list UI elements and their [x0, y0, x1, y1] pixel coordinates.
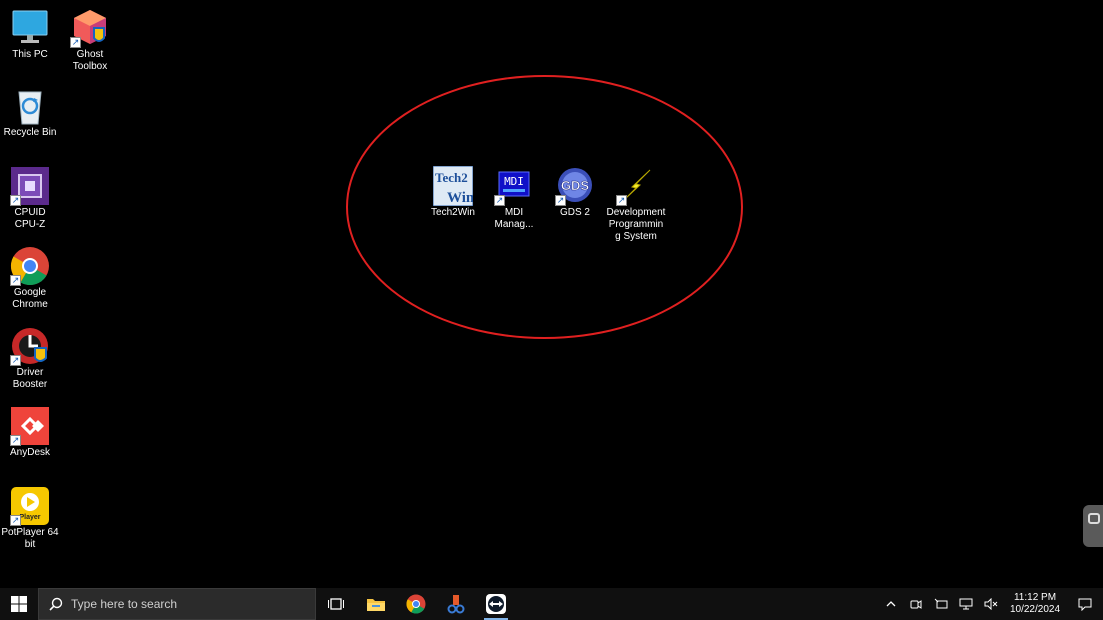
- shortcut-arrow-icon: ↗: [10, 275, 21, 286]
- taskbar-scissors-app[interactable]: [436, 588, 476, 620]
- desktop-icon-development-programming-system[interactable]: ↗ Development Programmin g System: [598, 166, 674, 243]
- scissors-app-icon: [447, 595, 465, 614]
- driver-booster-icon: ↗: [10, 326, 50, 366]
- notification-icon: [1078, 598, 1092, 611]
- desktop-icon-driver-booster[interactable]: ↗ Driver Booster: [0, 326, 68, 391]
- shortcut-arrow-icon: ↗: [10, 435, 21, 446]
- mdi-icon: MDI ↗: [494, 166, 534, 206]
- tech2win-logo-text: Win: [447, 190, 473, 206]
- shortcut-arrow-icon: ↗: [10, 195, 21, 206]
- tech2win-icon: Tech2 Win: [432, 165, 475, 207]
- taskbar-chrome[interactable]: [396, 588, 436, 620]
- network-icon: [959, 598, 972, 610]
- chrome-icon: [406, 594, 426, 614]
- camera-icon: [910, 600, 921, 609]
- tray-network[interactable]: [953, 588, 978, 620]
- start-button[interactable]: [0, 588, 38, 620]
- desktop-icon-label: Recycle Bin: [3, 127, 57, 138]
- desktop-icon-label: AnyDesk: [9, 447, 50, 458]
- lightning-icon: ↗: [616, 166, 656, 206]
- pen-icon: [934, 598, 947, 609]
- svg-text:Player: Player: [19, 514, 40, 521]
- anydesk-icon: ↗: [10, 406, 50, 446]
- shortcut-arrow-icon: ↗: [70, 37, 81, 48]
- shortcut-arrow-icon: ↗: [10, 355, 21, 366]
- desktop-icon-google-chrome[interactable]: ↗ Google Chrome: [0, 246, 68, 311]
- taskbar-teamviewer[interactable]: [476, 588, 516, 620]
- potplayer-icon: Player ↗: [10, 486, 50, 526]
- shortcut-arrow-icon: ↗: [10, 515, 21, 526]
- search-icon: [49, 597, 63, 611]
- notification-center-button[interactable]: [1067, 588, 1103, 620]
- taskbar-file-explorer[interactable]: [356, 588, 396, 620]
- tray-volume[interactable]: [978, 588, 1003, 620]
- desktop-icon-cpu-z[interactable]: ↗ CPUID CPU-Z: [0, 166, 68, 231]
- clock-time: 11:12 PM: [1013, 592, 1057, 603]
- teamviewer-icon: [486, 594, 506, 614]
- gds-logo-text: GDS: [561, 178, 590, 193]
- show-hidden-icons-button[interactable]: [878, 588, 903, 620]
- monitor-icon: [10, 8, 50, 48]
- task-view-icon: [328, 598, 344, 610]
- mdi-logo-text: MDI: [504, 175, 524, 188]
- recycle-bin-icon: [10, 86, 50, 126]
- chrome-icon: ↗: [10, 246, 50, 286]
- taskbar-clock[interactable]: 11:12 PM 10/22/2024: [1003, 592, 1067, 616]
- desktop-icon-potplayer[interactable]: Player ↗ PotPlayer 64 bit: [0, 486, 68, 551]
- desktop-icon-anydesk[interactable]: ↗ AnyDesk: [0, 406, 68, 459]
- desktop-icon-label: Ghost Toolbox: [72, 49, 108, 72]
- taskbar-search-box[interactable]: Type here to search: [38, 588, 316, 620]
- desktop-icon-label: Google Chrome: [12, 287, 48, 310]
- cube-shield-icon: ↗: [70, 8, 110, 48]
- desktop-icon-recycle-bin[interactable]: Recycle Bin: [0, 86, 68, 139]
- windows-logo-icon: [11, 596, 27, 612]
- desktop-icon-label: CPUID CPU-Z: [14, 207, 46, 230]
- volume-muted-icon: [984, 598, 997, 610]
- desktop-icon-ghost-toolbox[interactable]: ↗ Ghost Toolbox: [52, 8, 128, 73]
- teamviewer-side-handle[interactable]: [1083, 505, 1103, 547]
- desktop-icon-label: Driver Booster: [12, 367, 48, 390]
- tech2win-logo-text: Tech2: [435, 170, 468, 185]
- desktop-icon-label: PotPlayer 64 bit: [1, 527, 59, 550]
- gds-icon: GDS ↗: [555, 166, 595, 206]
- shortcut-arrow-icon: ↗: [555, 195, 566, 206]
- desktop-icon-label: Development Programmin g System: [606, 207, 666, 242]
- search-placeholder: Type here to search: [71, 597, 178, 611]
- teamviewer-handle-icon: [1088, 513, 1100, 524]
- taskbar: Type here to search 11:12 PM 10/22/2024: [0, 588, 1103, 620]
- chevron-up-icon: [886, 601, 895, 607]
- shortcut-arrow-icon: ↗: [494, 195, 505, 206]
- system-tray: 11:12 PM 10/22/2024: [878, 588, 1103, 620]
- cpu-chip-icon: ↗: [10, 166, 50, 206]
- tray-meet-now[interactable]: [903, 588, 928, 620]
- tray-pen[interactable]: [928, 588, 953, 620]
- clock-date: 10/22/2024: [1009, 604, 1061, 615]
- task-view-button[interactable]: [316, 588, 356, 620]
- shortcut-arrow-icon: ↗: [616, 195, 627, 206]
- file-explorer-icon: [367, 599, 385, 611]
